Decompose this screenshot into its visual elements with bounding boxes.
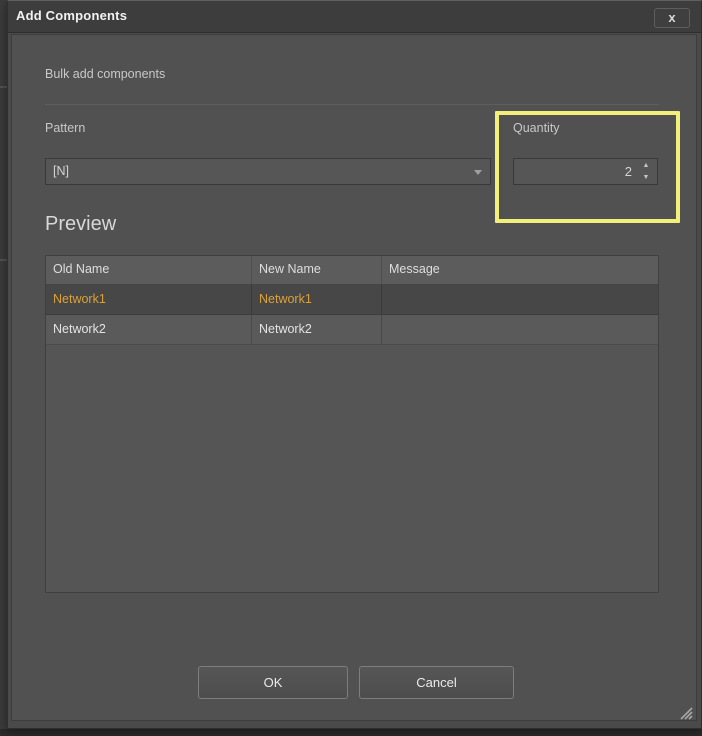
pattern-label: Pattern (45, 121, 85, 135)
column-header-old-name[interactable]: Old Name (46, 256, 252, 284)
cell-new-name: Network1 (252, 285, 382, 314)
dialog-titlebar[interactable]: Add Components x (8, 1, 701, 33)
resize-grip-icon[interactable] (676, 703, 694, 721)
quantity-decrement-button[interactable]: ▼ (638, 172, 654, 184)
dialog-title: Add Components (16, 8, 127, 23)
column-header-new-name[interactable]: New Name (252, 256, 382, 284)
cell-new-name: Network2 (252, 315, 382, 344)
preview-table: Old Name New Name Message Network1 Netwo… (45, 255, 659, 593)
background-app-edge (0, 729, 702, 736)
cell-message (382, 285, 658, 314)
preview-table-header: Old Name New Name Message (46, 256, 658, 285)
cancel-button[interactable]: Cancel (359, 666, 514, 699)
pattern-value: [N] (53, 164, 69, 178)
close-icon: x (655, 9, 689, 26)
column-header-message[interactable]: Message (382, 256, 658, 284)
chevron-down-icon (474, 170, 482, 175)
ok-button[interactable]: OK (198, 666, 348, 699)
table-row[interactable]: Network2 Network2 (46, 315, 658, 345)
spin-buttons: ▲ ▼ (638, 159, 654, 184)
quantity-increment-button[interactable]: ▲ (638, 160, 654, 172)
preview-heading: Preview (45, 213, 116, 236)
quantity-stepper: ▲ ▼ (513, 158, 658, 185)
cell-message (382, 315, 658, 344)
cell-old-name: Network2 (46, 315, 252, 344)
quantity-input[interactable] (514, 159, 632, 184)
background-app-edge (0, 259, 7, 261)
quantity-label: Quantity (513, 121, 560, 135)
bulk-add-description: Bulk add components (45, 67, 165, 81)
table-row[interactable]: Network1 Network1 (46, 285, 658, 315)
add-components-dialog: Add Components x Bulk add components Pat… (7, 0, 702, 729)
pattern-select[interactable]: [N] (45, 158, 491, 185)
close-button[interactable]: x (654, 8, 690, 28)
cell-old-name: Network1 (46, 285, 252, 314)
background-app-edge (0, 86, 7, 88)
section-divider (45, 104, 659, 105)
